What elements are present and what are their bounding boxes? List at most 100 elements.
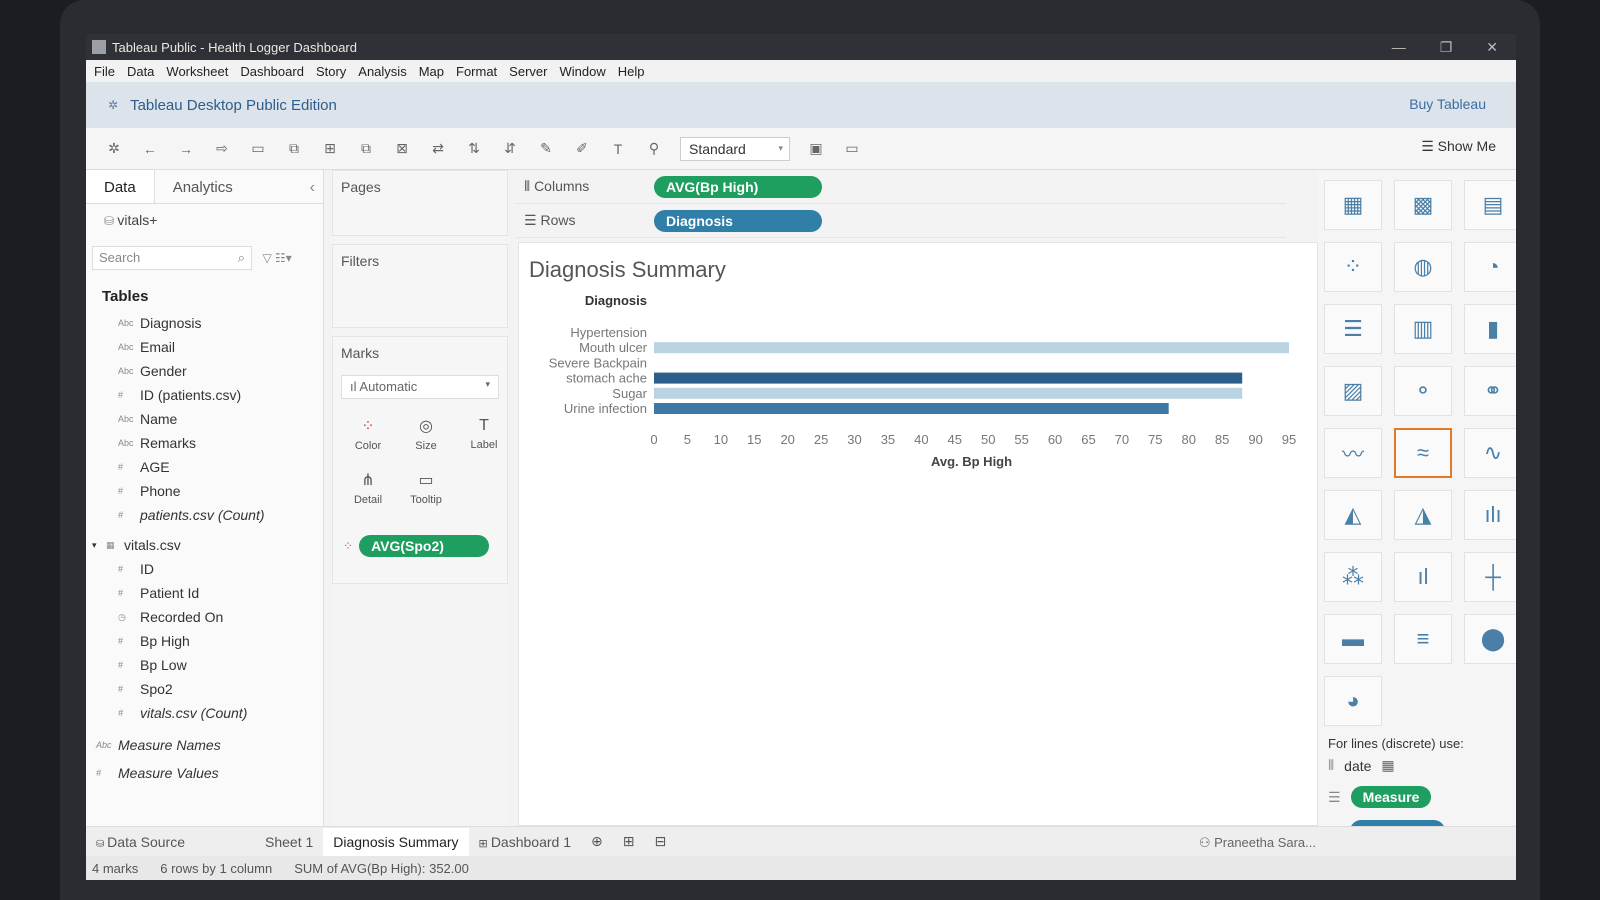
color-button[interactable]: ⁘ Color: [341, 409, 395, 459]
view-mode-select[interactable]: Standard ▾: [680, 136, 790, 161]
labels-icon[interactable]: T: [608, 141, 628, 157]
menu-format[interactable]: Format: [456, 64, 497, 79]
table-vitals[interactable]: ▾ ▦ vitals.csv: [86, 533, 323, 557]
show-me-lines-continuous[interactable]: 〰: [1324, 428, 1382, 478]
group-icon[interactable]: ✐: [572, 140, 592, 157]
show-me-packed-bubbles[interactable]: ⬤: [1464, 614, 1516, 664]
tab-sheet-1[interactable]: Sheet 1: [255, 828, 323, 856]
menu-file[interactable]: File: [94, 64, 115, 79]
close-button[interactable]: ✕: [1486, 39, 1498, 56]
menu-story[interactable]: Story: [316, 64, 346, 79]
show-me-area-continuous[interactable]: ◭: [1324, 490, 1382, 540]
show-me-histogram[interactable]: ıl: [1394, 552, 1452, 602]
redo-icon[interactable]: →: [176, 141, 196, 157]
show-me-lines-discrete[interactable]: ≈: [1394, 428, 1452, 478]
menu-worksheet[interactable]: Worksheet: [166, 64, 228, 79]
cards-icon[interactable]: ▣: [806, 140, 826, 157]
label-button[interactable]: T Label: [457, 409, 511, 459]
datasource-item[interactable]: ⛁ vitals+: [86, 204, 323, 238]
pages-card[interactable]: Pages: [332, 170, 508, 236]
sort-ascending-icon[interactable]: ⇅: [464, 140, 484, 157]
field-item[interactable]: Abc Remarks: [86, 431, 323, 455]
show-me-pie-chart[interactable]: ◔: [1464, 242, 1516, 292]
field-item[interactable]: # Patient Id: [86, 581, 323, 605]
show-me-side-by-side-circles[interactable]: ⚭: [1464, 366, 1516, 416]
clear-sheet-icon[interactable]: ⊠: [392, 140, 412, 157]
show-me-heat-map[interactable]: ▩: [1394, 180, 1452, 230]
show-me-button[interactable]: ☰ Show Me: [1421, 138, 1496, 155]
field-item[interactable]: # Bp Low: [86, 653, 323, 677]
show-me-dual-lines[interactable]: ∿: [1464, 428, 1516, 478]
field-item[interactable]: ◷ Recorded On: [86, 605, 323, 629]
duplicate-icon[interactable]: ⧉: [356, 140, 376, 157]
tooltip-button[interactable]: ▭ Tooltip: [399, 463, 453, 513]
show-me-box-whisker[interactable]: ┼: [1464, 552, 1516, 602]
show-me-stacked-bars[interactable]: ▥: [1394, 304, 1452, 354]
view-options-icon[interactable]: ☷▾: [275, 251, 292, 265]
menu-analysis[interactable]: Analysis: [358, 64, 406, 79]
tab-dashboard-1[interactable]: ⊞ Dashboard 1: [469, 828, 581, 856]
new-dashboard-icon[interactable]: ⊞: [613, 827, 645, 856]
show-me-symbol-map[interactable]: ⁘: [1324, 242, 1382, 292]
menu-data[interactable]: Data: [127, 64, 154, 79]
detail-button[interactable]: ⋔ Detail: [341, 463, 395, 513]
show-me-circle-views[interactable]: ⚬: [1394, 366, 1452, 416]
size-button[interactable]: ◎ Size: [399, 409, 453, 459]
tab-diagnosis-summary[interactable]: Diagnosis Summary: [323, 827, 469, 856]
show-me-highlight-table[interactable]: ▤: [1464, 180, 1516, 230]
field-item[interactable]: Abc Name: [86, 407, 323, 431]
tab-data-source[interactable]: ⛁ Data Source: [86, 828, 195, 856]
show-me-dual-combination[interactable]: ılı: [1464, 490, 1516, 540]
highlight-icon[interactable]: ✎: [536, 140, 556, 157]
user-account[interactable]: ⚇ Praneetha Sara...: [1199, 835, 1316, 851]
columns-pill[interactable]: AVG(Bp High): [654, 175, 822, 198]
color-pill[interactable]: AVG(Spo2): [359, 535, 490, 557]
pin-icon[interactable]: ⚲: [644, 140, 664, 157]
field-measure-names[interactable]: Abc Measure Names: [86, 733, 323, 757]
new-story-icon[interactable]: ⊟: [644, 827, 676, 856]
show-me-bullet-graph[interactable]: ≡: [1394, 614, 1452, 664]
save-icon[interactable]: ▭: [248, 140, 268, 157]
field-item[interactable]: # ID (patients.csv): [86, 383, 323, 407]
maximize-button[interactable]: ❐: [1440, 39, 1453, 56]
show-me-gantt[interactable]: ▬: [1324, 614, 1382, 664]
menu-dashboard[interactable]: Dashboard: [240, 64, 304, 79]
show-me-scatter-plot[interactable]: ⁂: [1324, 552, 1382, 602]
tableau-home-icon[interactable]: ✲: [104, 140, 124, 157]
presentation-icon[interactable]: ▭: [842, 140, 862, 157]
filters-card[interactable]: Filters: [332, 244, 508, 328]
show-me-horizontal-bars[interactable]: ☰: [1324, 304, 1382, 354]
field-item[interactable]: # AGE: [86, 455, 323, 479]
field-item[interactable]: Abc Email: [86, 335, 323, 359]
replay-icon[interactable]: ⇨: [212, 140, 232, 157]
tab-analytics[interactable]: Analytics: [155, 170, 251, 203]
field-item[interactable]: # Bp High: [86, 629, 323, 653]
new-worksheet-icon[interactable]: ⊕: [581, 827, 613, 856]
filter-icon[interactable]: ▽: [262, 251, 271, 265]
swap-icon[interactable]: ⇄: [428, 140, 448, 157]
field-item[interactable]: # Phone: [86, 479, 323, 503]
new-datasource-icon[interactable]: ⧉: [284, 140, 304, 157]
undo-icon[interactable]: ←: [140, 141, 160, 157]
collapse-icon[interactable]: ‹: [302, 170, 323, 203]
show-me-text-table[interactable]: ▦: [1324, 180, 1382, 230]
new-worksheet-icon[interactable]: ⊞: [320, 140, 340, 157]
buy-tableau-link[interactable]: Buy Tableau: [1409, 96, 1486, 112]
rows-pill[interactable]: Diagnosis: [654, 209, 822, 232]
field-item[interactable]: # patients.csv (Count): [86, 503, 323, 527]
minimize-button[interactable]: —: [1392, 39, 1406, 55]
tab-data[interactable]: Data: [86, 170, 155, 203]
menu-help[interactable]: Help: [618, 64, 645, 79]
show-me-treemap[interactable]: ▨: [1324, 366, 1382, 416]
search-input[interactable]: Search ⌕: [92, 246, 252, 270]
menu-server[interactable]: Server: [509, 64, 547, 79]
show-me-side-by-side-bars[interactable]: ▮: [1464, 304, 1516, 354]
field-item[interactable]: # ID: [86, 557, 323, 581]
field-measure-values[interactable]: # Measure Values: [86, 761, 323, 785]
menu-window[interactable]: Window: [559, 64, 605, 79]
field-item[interactable]: # vitals.csv (Count): [86, 701, 323, 725]
mark-type-select[interactable]: ıl Automatic ▾: [341, 375, 499, 399]
show-me-filled-map[interactable]: ◍: [1394, 242, 1452, 292]
menu-map[interactable]: Map: [419, 64, 444, 79]
field-item[interactable]: # Spo2: [86, 677, 323, 701]
